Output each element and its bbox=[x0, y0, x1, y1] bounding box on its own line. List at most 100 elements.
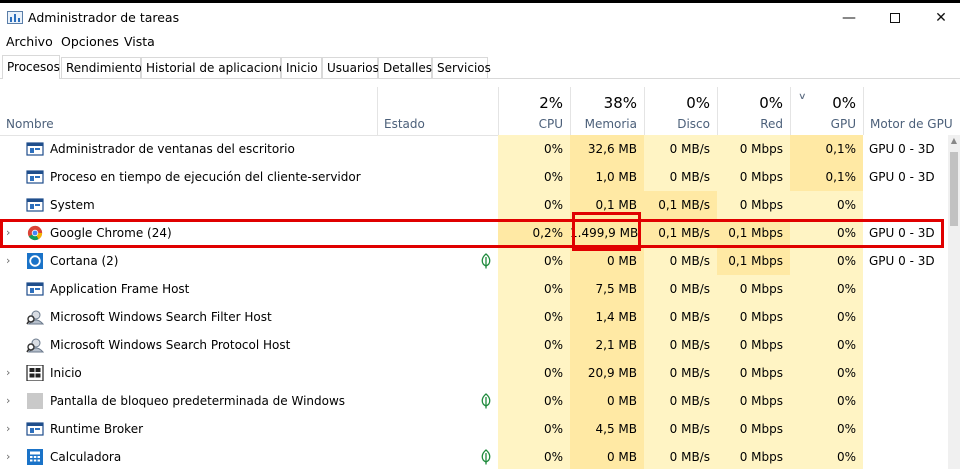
gpu-cell: 0% bbox=[790, 359, 863, 387]
header-memory-pct: 38% bbox=[603, 94, 637, 112]
header-gpu-engine[interactable]: Motor de GPU bbox=[863, 87, 960, 136]
header-network[interactable]: 0% Red bbox=[717, 87, 790, 136]
memory-cell: 0 MB bbox=[570, 247, 644, 275]
network-cell: 0 Mbps bbox=[717, 275, 790, 303]
search-user-icon bbox=[26, 309, 45, 325]
scrollbar-thumb[interactable] bbox=[950, 152, 958, 226]
tab-historial[interactable]: Historial de aplicaciones bbox=[141, 57, 292, 78]
expand-chevron-icon[interactable]: › bbox=[6, 450, 18, 463]
tab-servicios[interactable]: Servicios bbox=[432, 57, 491, 78]
gpu-cell: 0% bbox=[790, 387, 863, 415]
gpu-engine-cell bbox=[863, 275, 960, 303]
header-disk[interactable]: 0% Disco bbox=[644, 87, 717, 136]
menu-archivo[interactable]: Archivo bbox=[6, 34, 53, 49]
tab-rendimiento[interactable]: Rendimiento bbox=[61, 57, 142, 78]
disk-cell: 0 MB/s bbox=[644, 135, 717, 163]
expand-chevron-icon[interactable]: › bbox=[6, 254, 18, 267]
process-row[interactable]: › Runtime Broker 0% 4,5 MB 0 MB/s 0 Mbps 0% bbox=[0, 415, 960, 443]
window-app-icon bbox=[26, 421, 44, 437]
expand-chevron-icon[interactable]: › bbox=[6, 366, 18, 379]
window-app-icon bbox=[26, 169, 44, 185]
header-disk-label: Disco bbox=[677, 117, 710, 131]
process-row[interactable]: › Inicio 0% 20,9 MB 0 MB/s 0 Mbps 0% bbox=[0, 359, 960, 387]
memory-cell: 32,6 MB bbox=[570, 135, 644, 163]
header-network-pct: 0% bbox=[759, 94, 783, 112]
gpu-engine-cell bbox=[863, 191, 960, 219]
process-row[interactable]: › Cortana (2) 0% 0 MB 0 MB/s 0,1 Mbps 0% GPU 0 … bbox=[0, 247, 960, 275]
disk-cell: 0 MB/s bbox=[644, 331, 717, 359]
expand-chevron-icon[interactable]: › bbox=[6, 394, 18, 407]
process-name: Application Frame Host bbox=[50, 282, 190, 296]
cpu-cell: 0% bbox=[498, 247, 570, 275]
sort-chevron-icon: ∨ bbox=[798, 92, 807, 102]
cpu-cell: 0% bbox=[498, 191, 570, 219]
window-app-icon bbox=[26, 141, 44, 157]
cpu-cell: 0% bbox=[498, 359, 570, 387]
search-user-icon bbox=[26, 337, 45, 353]
cpu-cell: 0% bbox=[498, 387, 570, 415]
cpu-cell: 0% bbox=[498, 415, 570, 443]
memory-cell: 0 MB bbox=[570, 387, 644, 415]
process-name: Pantalla de bloqueo predeterminada de Wi… bbox=[50, 394, 346, 408]
menu-opciones[interactable]: Opciones bbox=[61, 34, 119, 49]
header-memory[interactable]: 38% Memoria bbox=[570, 87, 644, 136]
header-gpu[interactable]: ∨ 0% GPU bbox=[790, 87, 863, 136]
scroll-up-icon[interactable]: ▲ bbox=[948, 136, 960, 150]
gpu-engine-cell bbox=[863, 331, 960, 359]
disk-cell: 0 MB/s bbox=[644, 443, 717, 469]
menu-vista[interactable]: Vista bbox=[124, 34, 155, 49]
tab-detalles[interactable]: Detalles bbox=[378, 57, 432, 78]
process-row[interactable]: › Pantalla de bloqueo predeterminada de W… bbox=[0, 387, 960, 415]
network-cell: 0 Mbps bbox=[717, 331, 790, 359]
process-row[interactable]: › Calculadora 0% 0 MB 0 MB/s 0 Mbps 0% bbox=[0, 443, 960, 469]
disk-cell: 0 MB/s bbox=[644, 247, 717, 275]
process-name: System bbox=[50, 198, 95, 212]
memory-cell: 20,9 MB bbox=[570, 359, 644, 387]
disk-cell: 0 MB/s bbox=[644, 387, 717, 415]
header-gpu-pct: 0% bbox=[832, 94, 856, 112]
process-row[interactable]: System 0% 0,1 MB 0,1 MB/s 0 Mbps 0% bbox=[0, 191, 960, 219]
title-bar[interactable]: Administrador de tareas — ✕ bbox=[0, 3, 960, 32]
disk-cell: 0 MB/s bbox=[644, 303, 717, 331]
network-cell: 0 Mbps bbox=[717, 443, 790, 469]
process-row[interactable]: Microsoft Windows Search Protocol Host 0%… bbox=[0, 331, 960, 359]
highlight-chrome-row bbox=[0, 219, 944, 248]
header-cpu-label: CPU bbox=[538, 117, 563, 131]
network-cell: 0,1 Mbps bbox=[717, 247, 790, 275]
header-disk-pct: 0% bbox=[686, 94, 710, 112]
gpu-engine-cell bbox=[863, 387, 960, 415]
gpu-cell: 0,1% bbox=[790, 135, 863, 163]
close-icon: ✕ bbox=[935, 9, 947, 26]
close-button[interactable]: ✕ bbox=[918, 3, 960, 32]
cpu-cell: 0% bbox=[498, 303, 570, 331]
memory-cell: 1,0 MB bbox=[570, 163, 644, 191]
maximize-button[interactable] bbox=[872, 3, 918, 32]
process-name: Calculadora bbox=[50, 450, 122, 464]
window-app-icon bbox=[26, 197, 44, 213]
process-row[interactable]: Proceso en tiempo de ejecución del clien… bbox=[0, 163, 960, 191]
suspended-leaf-icon bbox=[479, 393, 493, 409]
disk-cell: 0 MB/s bbox=[644, 275, 717, 303]
minimize-button[interactable]: — bbox=[826, 3, 872, 32]
expand-chevron-icon[interactable]: › bbox=[6, 422, 18, 435]
tab-inicio[interactable]: Inicio bbox=[281, 57, 322, 78]
memory-cell: 1,4 MB bbox=[570, 303, 644, 331]
process-row[interactable]: Administrador de ventanas del escritorio… bbox=[0, 135, 960, 163]
header-cpu[interactable]: 2% CPU bbox=[498, 87, 570, 136]
gpu-engine-cell: GPU 0 - 3D bbox=[863, 247, 960, 275]
process-row[interactable]: Microsoft Windows Search Filter Host 0% 1,… bbox=[0, 303, 960, 331]
network-cell: 0 Mbps bbox=[717, 359, 790, 387]
tab-procesos[interactable]: Procesos bbox=[2, 55, 60, 79]
process-row[interactable]: Application Frame Host 0% 7,5 MB 0 MB/s 0 Mb… bbox=[0, 275, 960, 303]
header-status-label: Estado bbox=[384, 117, 425, 131]
gpu-engine-cell bbox=[863, 359, 960, 387]
header-network-label: Red bbox=[760, 117, 783, 131]
cpu-cell: 0% bbox=[498, 443, 570, 469]
gpu-cell: 0% bbox=[790, 247, 863, 275]
tab-usuarios[interactable]: Usuarios bbox=[322, 57, 379, 78]
header-status[interactable]: Estado bbox=[377, 87, 498, 136]
header-name[interactable]: Nombre bbox=[0, 87, 377, 136]
header-name-label: Nombre bbox=[6, 117, 54, 131]
process-name: Inicio bbox=[50, 366, 82, 380]
cpu-cell: 0% bbox=[498, 163, 570, 191]
